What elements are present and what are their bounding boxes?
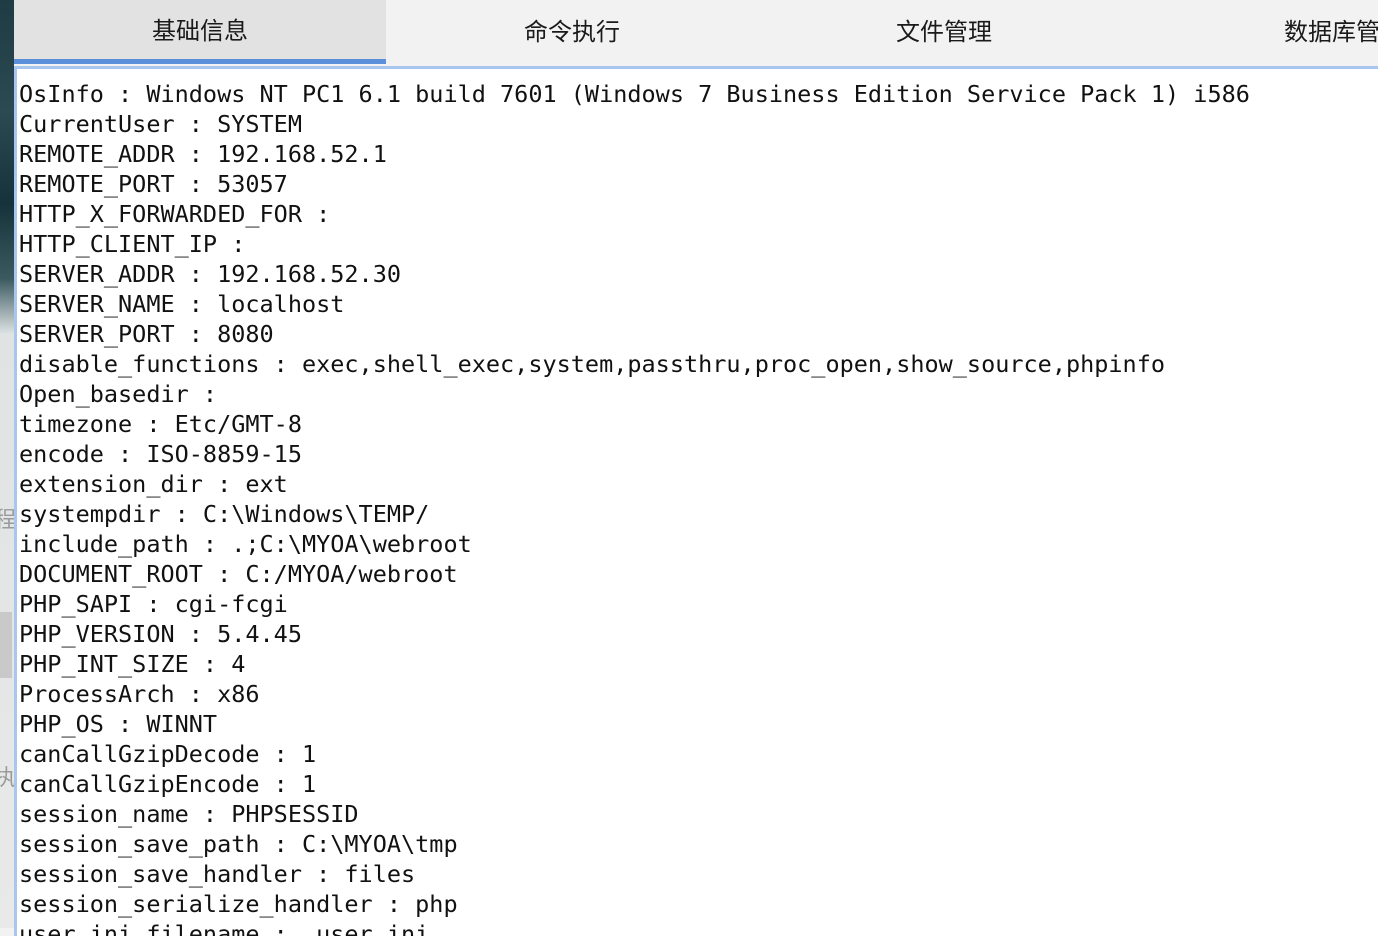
info-line: Open_basedir : (19, 380, 218, 408)
info-line: session_save_handler : files (19, 860, 416, 888)
info-line: include_path : .;C:\MYOA\webroot (19, 530, 472, 558)
tab-bar: 基础信息 命令执行 文件管理 数据库管 (14, 0, 1378, 64)
info-line: DOCUMENT_ROOT : C:/MYOA/webroot (19, 560, 458, 588)
info-line: disable_functions : exec,shell_exec,syst… (19, 350, 1166, 378)
info-line: encode : ISO-8859-15 (19, 440, 302, 468)
info-line: HTTP_X_FORWARDED_FOR : (19, 200, 331, 228)
info-line: REMOTE_ADDR : 192.168.52.1 (19, 140, 387, 168)
tab-command-exec[interactable]: 命令执行 (386, 0, 758, 64)
info-line: SERVER_NAME : localhost (19, 290, 345, 318)
info-line: HTTP_CLIENT_IP : (19, 230, 246, 258)
info-line: REMOTE_PORT : 53057 (19, 170, 288, 198)
info-line: systempdir : C:\Windows\TEMP/ (19, 500, 430, 528)
background-window-edge: 程 执 (0, 0, 16, 928)
info-line: PHP_OS : WINNT (19, 710, 218, 738)
info-line: ProcessArch : x86 (19, 680, 260, 708)
info-line: SERVER_PORT : 8080 (19, 320, 274, 348)
info-lines: OsInfo : Windows NT PC1 6.1 build 7601 (… (17, 69, 1378, 936)
info-line: PHP_VERSION : 5.4.45 (19, 620, 302, 648)
tab-basic-info[interactable]: 基础信息 (14, 0, 386, 64)
info-line: canCallGzipEncode : 1 (19, 770, 317, 798)
basic-info-text-area[interactable]: OsInfo : Windows NT PC1 6.1 build 7601 (… (14, 66, 1378, 936)
info-line: SERVER_ADDR : 192.168.52.30 (19, 260, 402, 288)
info-line: PHP_INT_SIZE : 4 (19, 650, 246, 678)
tab-database-manager[interactable]: 数据库管 (1130, 0, 1378, 64)
info-line: session_serialize_handler : php (19, 890, 458, 918)
tab-file-manager[interactable]: 文件管理 (758, 0, 1130, 64)
info-line: PHP_SAPI : cgi-fcgi (19, 590, 288, 618)
info-line: timezone : Etc/GMT-8 (19, 410, 302, 438)
info-line: session_name : PHPSESSID (19, 800, 359, 828)
info-line: CurrentUser : SYSTEM (19, 110, 302, 138)
info-line: canCallGzipDecode : 1 (19, 740, 317, 768)
info-line: OsInfo : Windows NT PC1 6.1 build 7601 (… (19, 80, 1250, 108)
info-line: extension_dir : ext (19, 470, 288, 498)
info-line: session_save_path : C:\MYOA\tmp (19, 830, 458, 858)
background-panel-fragment (0, 612, 12, 678)
